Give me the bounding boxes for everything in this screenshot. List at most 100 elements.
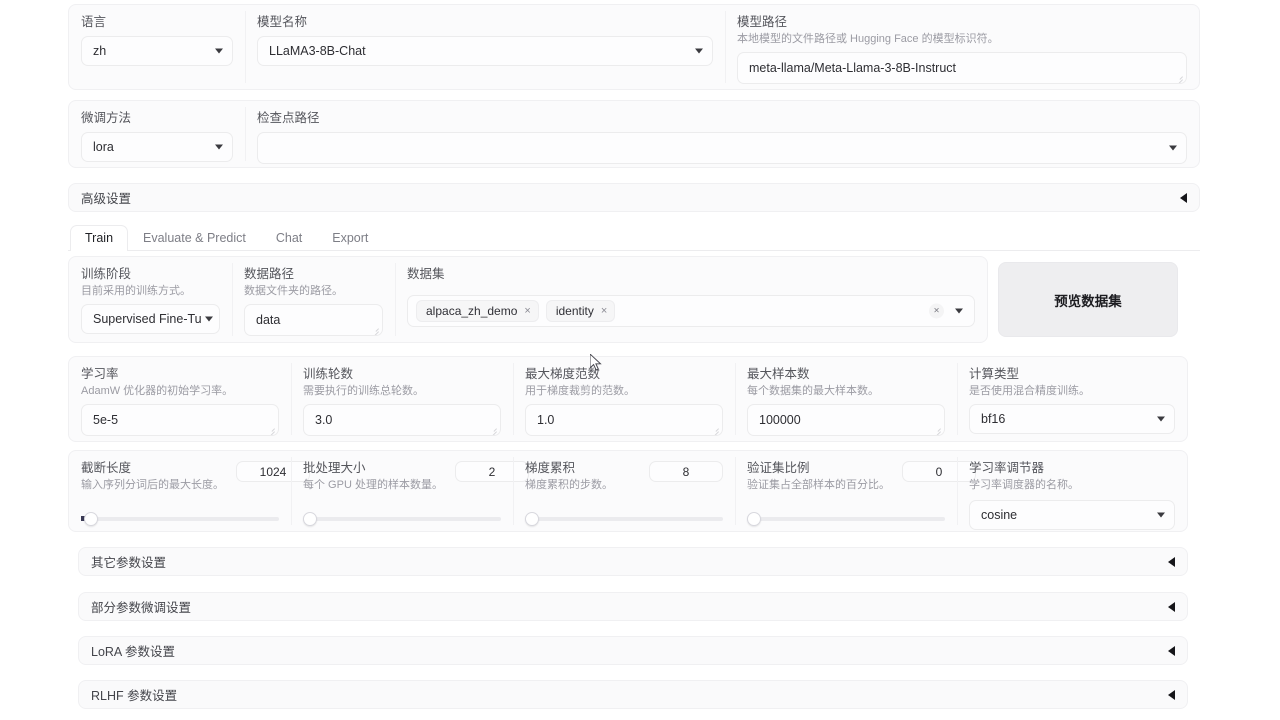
slider-thumb[interactable]: [303, 512, 317, 526]
batch-size-slider[interactable]: [303, 510, 501, 528]
max-samples-hint: 每个数据集的最大样本数。: [747, 385, 879, 397]
tab-train[interactable]: Train: [70, 225, 129, 251]
compute-type-label: 计算类型: [969, 367, 1020, 381]
close-icon[interactable]: ×: [601, 305, 607, 317]
lr-scheduler-hint: 学习率调度器的名称。: [969, 479, 1079, 491]
rlhf-params-label: RLHF 参数设置: [91, 689, 178, 703]
model-path-value: meta-llama/Meta-Llama-3-8B-Instruct: [749, 61, 957, 75]
chevron-down-icon[interactable]: [1169, 145, 1177, 151]
dataset-token[interactable]: identity ×: [545, 300, 616, 322]
finetune-method-label: 微调方法: [81, 111, 132, 125]
resize-grip-icon[interactable]: [710, 423, 720, 433]
cutoff-length-slider[interactable]: [81, 510, 279, 528]
train-stage-field: 训练阶段 目前采用的训练方式。 Supervised Fine-Tuning: [69, 257, 232, 342]
grad-accum-number[interactable]: 8: [649, 461, 723, 482]
learning-rate-label: 学习率: [81, 367, 119, 381]
triangle-left-icon[interactable]: [1168, 556, 1175, 567]
compute-type-hint: 是否使用混合精度训练。: [969, 385, 1090, 397]
resize-grip-icon[interactable]: [932, 423, 942, 433]
chevron-down-icon[interactable]: [205, 316, 213, 322]
model-name-value: LLaMA3-8B-Chat: [269, 44, 366, 58]
finetune-method-value: lora: [93, 140, 114, 154]
cutoff-length-label: 截断长度: [81, 461, 132, 475]
tab-chat[interactable]: Chat: [261, 225, 317, 251]
max-grad-norm-value: 1.0: [537, 413, 555, 427]
max-grad-norm-hint: 用于梯度裁剪的范数。: [525, 385, 635, 397]
resize-grip-icon[interactable]: [370, 323, 380, 333]
chevron-down-icon[interactable]: [955, 308, 963, 314]
data-dir-input[interactable]: data: [244, 304, 383, 336]
model-name-dropdown[interactable]: LLaMA3-8B-Chat: [257, 36, 713, 66]
grad-accum-value: 8: [682, 464, 690, 479]
learning-rate-input[interactable]: 5e-5: [81, 404, 279, 436]
tab-chat-label: Chat: [275, 231, 303, 245]
num-epochs-value: 3.0: [315, 413, 333, 427]
lr-scheduler-field: 学习率调节器 学习率调度器的名称。 cosine: [957, 451, 1187, 531]
slider-thumb[interactable]: [747, 512, 761, 526]
cutoff-length-hint: 输入序列分词后的最大长度。: [81, 479, 224, 491]
learning-rate-hint: AdamW 优化器的初始学习率。: [81, 385, 234, 397]
dataset-multiselect[interactable]: alpaca_zh_demo × identity × ×: [407, 295, 975, 327]
tab-export[interactable]: Export: [317, 225, 383, 251]
dataset-token[interactable]: alpaca_zh_demo ×: [416, 300, 539, 322]
train-dataset-row: 训练阶段 目前采用的训练方式。 Supervised Fine-Tuning 数…: [68, 256, 1200, 343]
clear-all-icon[interactable]: ×: [929, 303, 944, 319]
grad-accum-slider[interactable]: [525, 510, 723, 528]
max-samples-input[interactable]: 100000: [747, 404, 945, 436]
tab-evaluate-predict[interactable]: Evaluate & Predict: [128, 225, 261, 251]
batch-size-field: 批处理大小 每个 GPU 处理的样本数量。 2: [291, 451, 529, 531]
max-grad-norm-label: 最大梯度范数: [525, 367, 601, 381]
lora-params-accordion[interactable]: LoRA 参数设置: [78, 636, 1188, 665]
grad-accum-label: 梯度累积: [525, 461, 576, 475]
triangle-left-icon[interactable]: [1168, 601, 1175, 612]
model-path-input[interactable]: meta-llama/Meta-Llama-3-8B-Instruct: [737, 52, 1187, 84]
slider-thumb[interactable]: [84, 512, 98, 526]
chevron-down-icon[interactable]: [1157, 416, 1165, 422]
tab-evaluate-predict-label: Evaluate & Predict: [143, 231, 246, 245]
dataset-token-label: identity: [555, 304, 594, 318]
train-sliders-panel: 截断长度 输入序列分词后的最大长度。 1024 批处理大小 每个 GPU 处理的…: [68, 450, 1188, 532]
val-size-value: 0: [935, 464, 943, 479]
language-dropdown[interactable]: zh: [81, 36, 233, 66]
chevron-down-icon[interactable]: [695, 48, 703, 54]
rlhf-params-accordion[interactable]: RLHF 参数设置: [78, 680, 1188, 709]
triangle-left-icon[interactable]: [1180, 192, 1187, 203]
lr-scheduler-label: 学习率调节器: [969, 461, 1045, 475]
lr-scheduler-dropdown[interactable]: cosine: [969, 500, 1175, 530]
chevron-down-icon[interactable]: [1157, 512, 1165, 518]
learning-rate-value: 5e-5: [93, 413, 119, 427]
chevron-down-icon[interactable]: [215, 144, 223, 150]
close-icon[interactable]: ×: [524, 305, 530, 317]
triangle-left-icon[interactable]: [1168, 689, 1175, 700]
advanced-settings-accordion[interactable]: 高级设置: [68, 183, 1200, 212]
val-size-label: 验证集比例: [747, 461, 810, 475]
slider-track: [81, 517, 279, 521]
resize-grip-icon[interactable]: [488, 423, 498, 433]
train-stage-dropdown[interactable]: Supervised Fine-Tuning: [81, 304, 220, 334]
dataset-token-label: alpaca_zh_demo: [426, 304, 518, 318]
partial-finetune-accordion[interactable]: 部分参数微调设置: [78, 592, 1188, 621]
slider-thumb[interactable]: [525, 512, 539, 526]
max-samples-label: 最大样本数: [747, 367, 810, 381]
max-grad-norm-input[interactable]: 1.0: [525, 404, 723, 436]
finetune-method-dropdown[interactable]: lora: [81, 132, 233, 162]
advanced-settings-label: 高级设置: [81, 192, 132, 206]
app-root: 语言 zh 模型名称 LLaMA3-8B-Chat 模型路径 本地模型的文件路径…: [0, 0, 1280, 720]
resize-grip-icon[interactable]: [1174, 71, 1184, 81]
val-size-slider[interactable]: [747, 510, 945, 528]
chevron-down-icon[interactable]: [215, 48, 223, 54]
triangle-left-icon[interactable]: [1168, 645, 1175, 656]
model-config-panel: 语言 zh 模型名称 LLaMA3-8B-Chat 模型路径 本地模型的文件路径…: [68, 4, 1200, 90]
batch-size-label: 批处理大小: [303, 461, 366, 475]
preview-dataset-button[interactable]: 预览数据集: [998, 262, 1178, 337]
resize-grip-icon[interactable]: [266, 423, 276, 433]
checkpoint-path-dropdown[interactable]: [257, 132, 1187, 164]
learning-rate-field: 学习率 AdamW 优化器的初始学习率。 5e-5: [69, 357, 291, 441]
compute-type-dropdown[interactable]: bf16: [969, 404, 1175, 434]
num-epochs-input[interactable]: 3.0: [303, 404, 501, 436]
checkpoint-path-label: 检查点路径: [257, 111, 320, 125]
batch-size-hint: 每个 GPU 处理的样本数量。: [303, 479, 443, 491]
lr-scheduler-value: cosine: [981, 508, 1018, 522]
other-params-accordion[interactable]: 其它参数设置: [78, 547, 1188, 576]
max-grad-norm-field: 最大梯度范数 用于梯度裁剪的范数。 1.0: [513, 357, 735, 441]
